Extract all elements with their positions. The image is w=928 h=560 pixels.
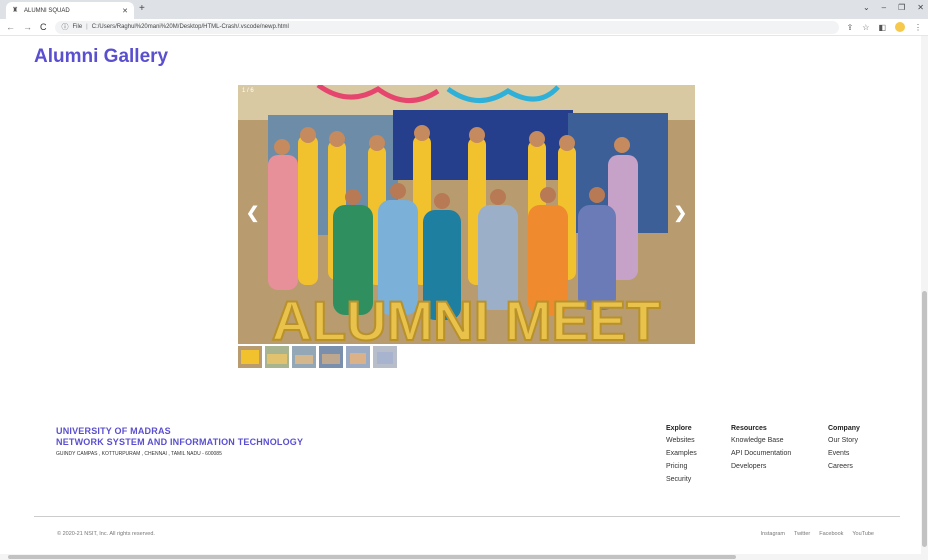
new-tab-icon[interactable]: + <box>139 3 145 14</box>
vertical-scroll-thumb[interactable] <box>922 291 927 547</box>
footer-column-company: Company Our Story Events Careers <box>828 425 860 476</box>
footer-link-our-story[interactable]: Our Story <box>828 437 860 444</box>
thumbnail-1[interactable] <box>238 346 262 368</box>
org-address: GUINDY CAMPAS , KOTTURPURAM , CHENNAI , … <box>56 451 222 457</box>
menu-kebab-icon[interactable]: ⋮ <box>914 23 922 32</box>
toolbar-icons: ⇪ ☆ ◧ ⋮ <box>847 22 922 32</box>
thumbnail-2[interactable] <box>265 346 289 368</box>
footer-link-security[interactable]: Security <box>666 476 697 483</box>
bookmark-star-icon[interactable]: ☆ <box>862 23 869 32</box>
slide-counter: 1 / 6 <box>242 88 254 94</box>
window-controls: ⌄ – ❐ ✕ <box>863 3 924 12</box>
footer-link-events[interactable]: Events <box>828 450 860 457</box>
copyright-text: © 2020-21 NSIT, Inc. All rights reserved… <box>57 531 155 537</box>
footer-link-developers[interactable]: Developers <box>731 463 791 470</box>
url-field[interactable]: ⓘ File | C:/Users/Raghul%20mani%20M/Desk… <box>54 20 839 34</box>
footer-link-knowledge-base[interactable]: Knowledge Base <box>731 437 791 444</box>
close-tab-icon[interactable]: ✕ <box>122 7 128 15</box>
thumbnail-3[interactable] <box>292 346 316 368</box>
close-window-icon[interactable]: ✕ <box>917 3 924 12</box>
page-favicon-icon: ♜ <box>12 7 19 14</box>
footer-divider <box>34 516 900 517</box>
thumbnail-strip <box>238 346 397 368</box>
social-link-twitter[interactable]: Twitter <box>794 531 810 537</box>
org-name: UNIVERSITY OF MADRAS <box>56 426 171 436</box>
footer-link-examples[interactable]: Examples <box>666 450 697 457</box>
slide-banner-text: ALUMNI MEET <box>272 289 661 344</box>
footer-link-careers[interactable]: Careers <box>828 463 860 470</box>
social-links: Instagram Twitter Facebook YouTube <box>761 531 874 537</box>
tab-search-icon[interactable]: ⌄ <box>863 3 870 12</box>
gallery-slideshow: ALUMNI MEET 1 / 6 ❮ ❯ <box>238 85 695 344</box>
footer-link-websites[interactable]: Websites <box>666 437 697 444</box>
footer-link-api-documentation[interactable]: API Documentation <box>731 450 791 457</box>
share-icon[interactable]: ⇪ <box>847 23 854 32</box>
url-text: C:/Users/Raghul%20mani%20M/Desktop/HTML-… <box>91 24 289 30</box>
thumbnail-4[interactable] <box>319 346 343 368</box>
footer-column-explore: Explore Websites Examples Pricing Securi… <box>666 425 697 489</box>
restore-icon[interactable]: ❐ <box>898 3 905 12</box>
profile-avatar[interactable] <box>895 22 905 32</box>
forward-arrow-icon[interactable]: → <box>23 22 32 32</box>
previous-slide-button[interactable]: ❮ <box>246 203 259 223</box>
browser-tabbar: ♜ ALUMNI SQUAD ✕ + ⌄ – ❐ ✕ <box>0 0 928 19</box>
url-separator: | <box>86 24 88 30</box>
address-bar: ← → C ⓘ File | C:/Users/Raghul%20mani%20… <box>0 19 928 36</box>
vertical-scrollbar[interactable] <box>921 36 928 554</box>
footer-link-pricing[interactable]: Pricing <box>666 463 697 470</box>
social-link-youtube[interactable]: YouTube <box>852 531 874 537</box>
tab-title: ALUMNI SQUAD <box>24 7 70 14</box>
info-icon[interactable]: ⓘ <box>62 22 69 32</box>
horizontal-scroll-thumb[interactable] <box>8 555 736 559</box>
footer-column-resources: Resources Knowledge Base API Documentati… <box>731 425 791 476</box>
horizontal-scrollbar[interactable] <box>0 554 928 560</box>
company-heading: Company <box>828 425 860 432</box>
back-arrow-icon[interactable]: ← <box>6 22 15 32</box>
side-panel-icon[interactable]: ◧ <box>878 23 886 32</box>
org-department: NETWORK SYSTEM AND INFORMATION TECHNOLOG… <box>56 437 304 447</box>
explore-heading: Explore <box>666 425 692 432</box>
url-scheme-label: File <box>72 24 83 30</box>
page-viewport: Alumni Gallery ALUMNI MEET 1 / 6 ❮ ❯ UNI… <box>0 36 928 554</box>
thumbnail-6[interactable] <box>373 346 397 368</box>
reload-icon[interactable]: C <box>40 22 47 32</box>
social-link-instagram[interactable]: Instagram <box>761 531 785 537</box>
organization-block: UNIVERSITY OF MADRAS NETWORK SYSTEM AND … <box>56 426 303 457</box>
resources-heading: Resources <box>731 425 767 432</box>
browser-tab[interactable]: ♜ ALUMNI SQUAD ✕ <box>6 2 134 19</box>
thumbnail-5[interactable] <box>346 346 370 368</box>
next-slide-button[interactable]: ❯ <box>674 203 687 223</box>
page-title: Alumni Gallery <box>34 46 169 67</box>
slide-image: ALUMNI MEET <box>238 85 695 344</box>
social-link-facebook[interactable]: Facebook <box>819 531 843 537</box>
minimize-icon[interactable]: – <box>882 3 886 12</box>
